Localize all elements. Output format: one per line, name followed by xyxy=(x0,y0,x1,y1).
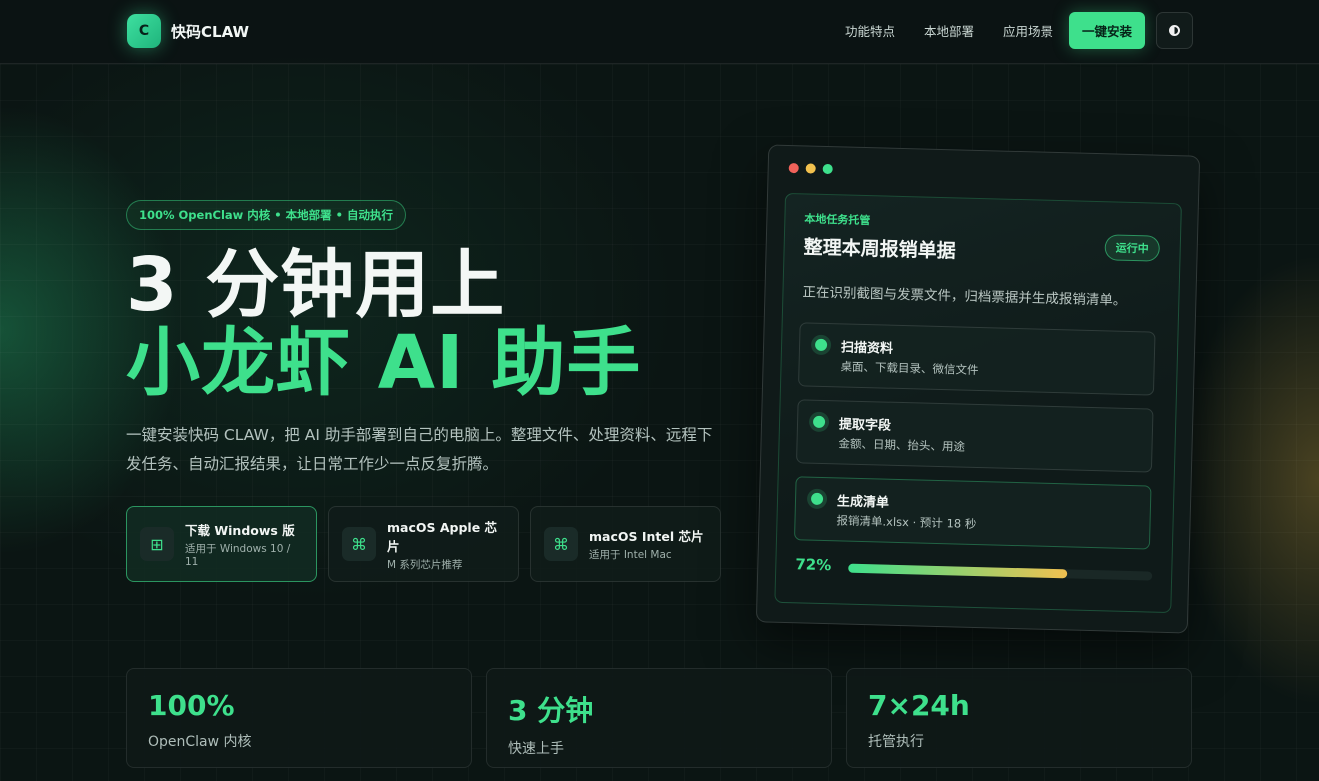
nav-scenarios[interactable]: 应用场景 xyxy=(1003,21,1053,40)
command-icon: ⌘ xyxy=(544,527,578,561)
download-title: macOS Apple 芯片 xyxy=(387,519,498,554)
minimize-dot-icon xyxy=(805,163,816,174)
theme-toggle-button[interactable] xyxy=(1156,12,1193,49)
task-description: 正在识别截图与发票文件，归档票据并生成报销清单。 xyxy=(802,284,1127,309)
nav-local-deploy[interactable]: 本地部署 xyxy=(924,21,974,40)
step-subtitle: 桌面、下载目录、微信文件 xyxy=(840,359,979,378)
download-subtitle: 适用于 Intel Mac xyxy=(589,549,672,561)
progress-fill xyxy=(848,563,1068,579)
stat-value: 100% xyxy=(148,689,235,722)
task-step: 扫描资料 桌面、下载目录、微信文件 xyxy=(798,322,1156,396)
download-macos-intel-button[interactable]: ⌘ macOS Intel 芯片 适用于 Intel Mac xyxy=(530,506,721,582)
window-controls xyxy=(788,162,833,175)
maximize-dot-icon xyxy=(822,163,833,175)
step-subtitle: 报销清单.xlsx · 预计 18 秒 xyxy=(836,513,977,532)
step-status-icon xyxy=(810,492,824,505)
step-title: 生成清单 xyxy=(836,494,890,511)
download-title: macOS Intel 芯片 xyxy=(589,529,704,544)
close-dot-icon xyxy=(788,162,799,174)
stat-card: 7×24h 托管执行 xyxy=(846,668,1192,768)
progress-percent: 72% xyxy=(795,555,832,575)
step-status-icon xyxy=(812,415,826,429)
task-step: 生成清单 报销清单.xlsx · 预计 18 秒 xyxy=(793,476,1152,550)
download-title: 下载 Windows 版 xyxy=(185,522,295,538)
download-windows-button[interactable]: ⊞ 下载 Windows 版 适用于 Windows 10 / 11 xyxy=(126,506,317,582)
step-subtitle: 金额、日期、抬头、用途 xyxy=(838,436,966,454)
stat-label: 快速上手 xyxy=(508,741,564,757)
stat-value: 7×24h xyxy=(868,689,970,722)
windows-icon: ⊞ xyxy=(140,527,174,561)
task-preview-window: 本地任务托管 整理本周报销单据 运行中 正在识别截图与发票文件，归档票据并生成报… xyxy=(755,144,1201,634)
hero-title-line2: 小龙虾 AI 助手 xyxy=(126,320,642,406)
stat-card: 100% OpenClaw 内核 xyxy=(126,668,472,768)
download-subtitle: 适用于 Windows 10 / 11 xyxy=(185,542,291,568)
stats-row: 100% OpenClaw 内核 3 分钟 快速上手 7×24h 托管执行 xyxy=(126,668,1192,768)
task-card: 本地任务托管 整理本周报销单据 运行中 正在识别截图与发票文件，归档票据并生成报… xyxy=(774,192,1182,614)
download-options: ⊞ 下载 Windows 版 适用于 Windows 10 / 11 ⌘ mac… xyxy=(126,506,721,582)
top-header: C 快码CLAW 功能特点 本地部署 应用场景 一键安装 xyxy=(0,0,1319,64)
stat-value: 3 分钟 xyxy=(508,694,594,727)
stat-label: 托管执行 xyxy=(868,734,924,750)
logo[interactable]: C 快码CLAW xyxy=(127,14,249,48)
hero-title-line1: 3 分钟用上 xyxy=(126,242,506,328)
download-subtitle: M 系列芯片推荐 xyxy=(387,558,463,571)
hero-badge: 100% OpenClaw 内核 • 本地部署 • 自动执行 xyxy=(126,200,407,230)
stat-label: OpenClaw 内核 xyxy=(148,734,252,750)
nav-features[interactable]: 功能特点 xyxy=(845,21,895,40)
install-button[interactable]: 一键安装 xyxy=(1068,12,1145,49)
task-tag: 本地任务托管 xyxy=(804,212,871,228)
step-title: 扫描资料 xyxy=(840,340,894,357)
logo-icon: C xyxy=(127,14,161,48)
step-title: 提取字段 xyxy=(838,417,892,434)
hero-description: 一键安装快码 CLAW，把 AI 助手部署到自己的电脑上。整理文件、处理资料、远… xyxy=(126,426,713,473)
task-title: 整理本周报销单据 xyxy=(803,236,956,263)
download-macos-apple-button[interactable]: ⌘ macOS Apple 芯片 M 系列芯片推荐 xyxy=(328,506,519,582)
command-icon: ⌘ xyxy=(342,527,376,561)
step-status-icon xyxy=(814,338,828,352)
main-nav: 功能特点 本地部署 应用场景 一键安装 xyxy=(845,12,1193,49)
logo-text: 快码CLAW xyxy=(171,22,250,41)
status-badge: 运行中 xyxy=(1104,234,1161,262)
progress-bar xyxy=(848,563,1153,581)
task-step: 提取字段 金额、日期、抬头、用途 xyxy=(795,399,1154,473)
stat-card: 3 分钟 快速上手 xyxy=(486,668,832,768)
half-circle-icon xyxy=(1169,25,1180,36)
